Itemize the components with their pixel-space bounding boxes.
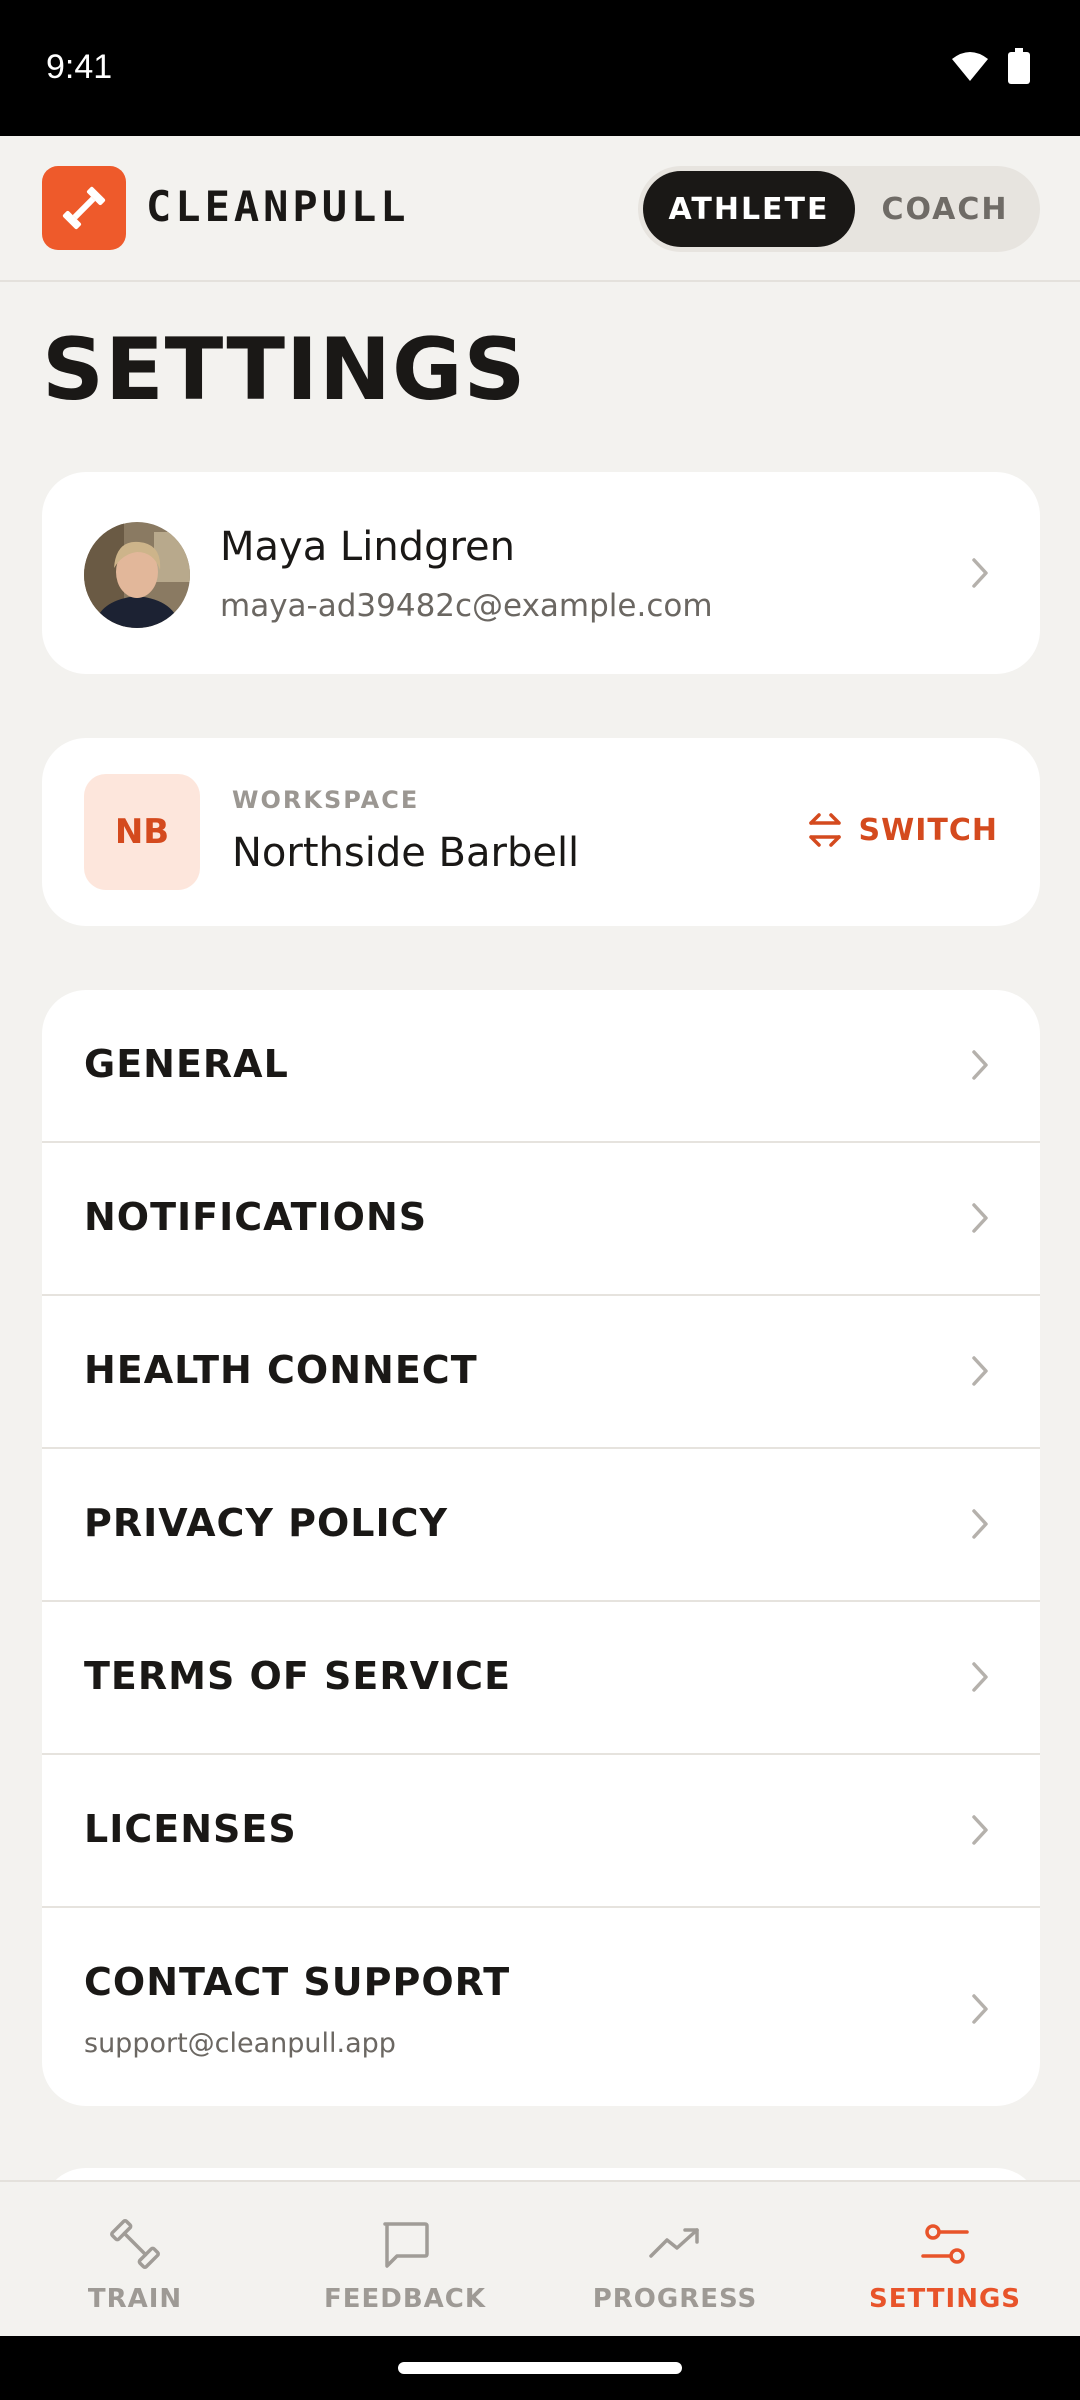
page-title: SETTINGS	[42, 320, 527, 420]
chat-bubble-icon	[383, 2222, 429, 2268]
menu-item-label: LICENSES	[84, 1807, 297, 1851]
mode-athlete-button[interactable]: ATHLETE	[643, 171, 855, 247]
tab-feedback[interactable]: FEEDBACK	[270, 2182, 540, 2338]
chevron-right-icon	[972, 1356, 988, 1386]
trend-up-icon	[649, 2228, 699, 2258]
menu-item-privacy-policy[interactable]: PRIVACY POLICY	[42, 1449, 1040, 1602]
menu-item-contact-support[interactable]: CONTACT SUPPORT support@cleanpull.app	[42, 1908, 1040, 2107]
settings-menu: GENERAL NOTIFICATIONS HEALTH CONNECT PRI…	[42, 990, 1040, 2106]
battery-icon	[1008, 48, 1030, 84]
tab-progress[interactable]: PROGRESS	[540, 2182, 810, 2338]
workspace-card: NB WORKSPACE Northside Barbell SWITCH	[42, 738, 1040, 926]
menu-item-health-connect[interactable]: HEALTH CONNECT	[42, 1296, 1040, 1449]
profile-name: Maya Lindgren	[220, 524, 515, 570]
tab-label: PROGRESS	[592, 2284, 758, 2314]
chevron-right-icon	[972, 1662, 988, 1692]
bottom-nav: TRAIN FEEDBACK PROGRESS SETTINGS	[0, 2180, 1080, 2336]
switch-label: SWITCH	[858, 812, 998, 848]
wifi-icon	[952, 52, 988, 81]
menu-item-licenses[interactable]: LICENSES	[42, 1755, 1040, 1908]
profile-card[interactable]: Maya Lindgren maya-ad39482c@example.com	[42, 472, 1040, 674]
mode-toggle[interactable]: ATHLETE COACH	[638, 166, 1040, 252]
tab-train[interactable]: TRAIN	[0, 2182, 270, 2338]
chevron-right-icon	[972, 1050, 988, 1080]
menu-item-label: TERMS OF SERVICE	[84, 1654, 512, 1698]
workspace-name: Northside Barbell	[232, 830, 580, 876]
workspace-label: WORKSPACE	[232, 786, 420, 814]
mode-coach-button[interactable]: COACH	[855, 171, 1035, 247]
brand-name: CLEANPULL	[146, 182, 410, 231]
sliders-icon	[921, 2224, 969, 2264]
chevron-right-icon	[972, 1815, 988, 1845]
gesture-bar	[0, 2336, 1080, 2400]
status-icons	[950, 48, 1030, 84]
dumbbell-icon	[110, 2219, 160, 2269]
menu-item-label: HEALTH CONNECT	[84, 1348, 478, 1392]
swap-arrows-icon	[808, 813, 841, 847]
chevron-right-icon	[972, 1994, 988, 2024]
avatar	[84, 522, 190, 628]
menu-item-general[interactable]: GENERAL	[42, 990, 1040, 1143]
dumbbell-logo-icon	[62, 186, 106, 230]
menu-item-label: PRIVACY POLICY	[84, 1501, 449, 1545]
chevron-right-icon	[972, 1203, 988, 1233]
status-bar: 9:41	[0, 0, 1080, 136]
tab-label: FEEDBACK	[323, 2284, 487, 2314]
chevron-right-icon	[972, 1509, 988, 1539]
menu-item-terms-of-service[interactable]: TERMS OF SERVICE	[42, 1602, 1040, 1755]
chevron-right-icon	[972, 558, 988, 588]
app-header: CLEANPULL ATHLETE COACH	[0, 136, 1080, 282]
menu-item-label: NOTIFICATIONS	[84, 1195, 428, 1239]
tab-settings[interactable]: SETTINGS	[810, 2182, 1080, 2338]
app-logo	[42, 166, 126, 250]
status-time: 9:41	[46, 48, 113, 86]
tab-label: SETTINGS	[868, 2284, 1022, 2314]
profile-email: maya-ad39482c@example.com	[220, 588, 713, 624]
workspace-badge: NB	[84, 774, 200, 890]
support-email: support@cleanpull.app	[84, 2028, 396, 2059]
menu-item-label: GENERAL	[84, 1042, 289, 1086]
home-indicator[interactable]	[398, 2362, 682, 2374]
menu-item-label: CONTACT SUPPORT	[84, 1960, 511, 2004]
menu-item-notifications[interactable]: NOTIFICATIONS	[42, 1143, 1040, 1296]
tab-label: TRAIN	[87, 2284, 183, 2314]
switch-workspace-button[interactable]: SWITCH	[805, 810, 998, 850]
